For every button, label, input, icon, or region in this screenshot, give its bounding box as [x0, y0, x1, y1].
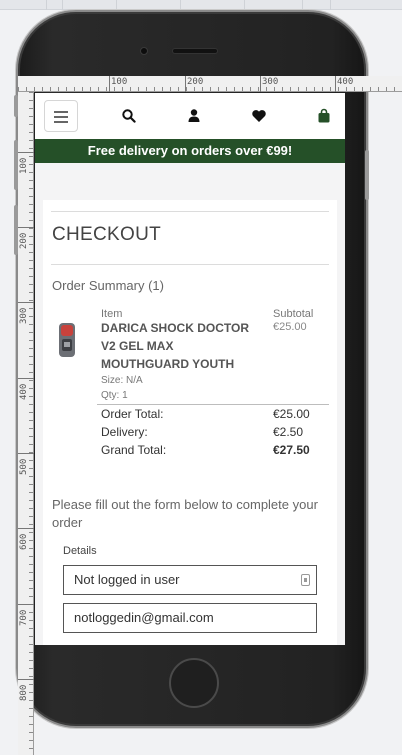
full-name-field[interactable]: Not logged in user: [63, 565, 317, 595]
vertical-ruler: 100 200 300 400 500 600 700 800: [18, 92, 34, 755]
ruler-tick: [260, 76, 261, 92]
email-value: notloggedin@gmail.com: [74, 610, 214, 625]
divider: [51, 211, 329, 212]
delivery-value: €2.50: [273, 425, 304, 439]
ruler-label: 400: [19, 383, 29, 400]
ruler-label: 400: [337, 77, 354, 87]
ruler-tick: [18, 528, 34, 529]
grand-total-label: Grand Total:: [101, 443, 167, 457]
phone-power-button: [365, 150, 369, 200]
browser-toolbar-strip: [0, 0, 402, 10]
heart-icon[interactable]: [251, 108, 267, 124]
order-summary-heading: Order Summary (1): [52, 278, 164, 293]
email-field[interactable]: notloggedin@gmail.com: [63, 603, 317, 633]
ruler-tick: [18, 604, 34, 605]
full-name-value: Not logged in user: [74, 572, 180, 587]
menu-icon: [54, 111, 68, 113]
details-fieldset-legend: Details: [63, 545, 97, 557]
ruler-tick: [18, 302, 34, 303]
bag-icon[interactable]: [316, 108, 332, 124]
menu-toggle-button[interactable]: [44, 100, 78, 132]
ruler-tick: [18, 152, 34, 153]
menu-icon: [54, 116, 68, 118]
ruler-label: 100: [111, 77, 128, 87]
top-navbar: [35, 93, 345, 139]
ruler-tick: [185, 76, 186, 92]
phone-camera: [140, 47, 148, 55]
ruler-tick: [18, 679, 34, 680]
ruler-label: 100: [19, 157, 29, 174]
phone-screen: Free delivery on orders over €99! CHECKO…: [35, 93, 345, 645]
delivery-label: Delivery:: [101, 425, 148, 439]
ruler-label: 600: [19, 533, 29, 550]
ruler-label: 200: [187, 77, 204, 87]
ruler-label: 700: [19, 609, 29, 626]
column-header-subtotal: Subtotal: [273, 308, 314, 320]
ruler-tick: [18, 453, 34, 454]
ruler-label: 300: [19, 307, 29, 324]
order-total-value: €25.00: [273, 407, 310, 421]
menu-icon: [54, 121, 68, 123]
ruler-label: 300: [262, 77, 279, 87]
horizontal-ruler: 100 200 300 400: [18, 76, 402, 92]
ruler-tick: [109, 76, 110, 92]
divider: [51, 264, 329, 265]
ruler-tick: [335, 76, 336, 92]
ruler-label: 500: [19, 458, 29, 475]
product-size: Size: N/A: [101, 375, 143, 386]
ruler-tick: [18, 378, 34, 379]
grand-total-value: €27.50: [273, 443, 310, 457]
product-subtotal: €25.00: [273, 321, 307, 333]
autofill-contact-icon[interactable]: [301, 574, 310, 586]
phone-home-button: [169, 658, 219, 708]
ruler-label: 200: [19, 232, 29, 249]
search-icon[interactable]: [121, 108, 137, 124]
phone-speaker: [172, 48, 218, 54]
order-total-label: Order Total:: [101, 407, 164, 421]
form-instructions: Please fill out the form below to comple…: [52, 497, 318, 530]
product-qty: Qty: 1: [101, 390, 128, 401]
ruler-tick: [18, 227, 34, 228]
checkout-card: CHECKOUT Order Summary (1) Item Subtotal…: [43, 200, 337, 645]
product-image: [59, 323, 75, 357]
delivery-banner: Free delivery on orders over €99!: [35, 139, 345, 163]
product-name[interactable]: DARICA SHOCK DOCTOR V2 GEL MAX MOUTHGUAR…: [101, 319, 261, 373]
user-icon[interactable]: [186, 108, 202, 124]
totals-divider: [97, 404, 329, 405]
page-title: CHECKOUT: [52, 224, 162, 245]
ruler-label: 800: [19, 684, 29, 701]
